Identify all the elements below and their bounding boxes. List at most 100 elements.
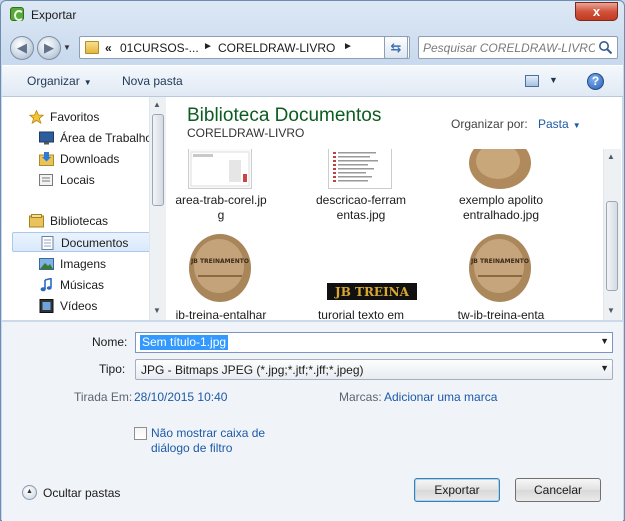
sidebar-item-label: Músicas [60,278,105,292]
command-toolbar: Organizar ▼ Nova pasta ▼ ? [2,65,623,97]
recent-locations-dropdown-icon[interactable]: ▼ [63,43,71,52]
arrange-by-dropdown[interactable]: Pasta ▼ [538,117,581,131]
file-name: area-trab-corel.jp [175,193,267,207]
file-type-value: JPG - Bitmaps JPEG (*.jpg;*.jtf;*.jff;*.… [141,363,364,377]
sidebar-item-locais[interactable]: Locais [11,170,151,190]
recent-places-icon [39,174,53,186]
scroll-up-icon[interactable]: ▲ [607,152,615,161]
tags-label: Marcas: [339,390,382,404]
screenshot-thumbnail [190,151,250,187]
taken-date-label: Tirada Em: [74,390,133,404]
content-scrollbar[interactable]: ▲ ▼ [603,149,621,320]
help-icon[interactable]: ? [587,73,604,90]
hide-folders-label: Ocultar pastas [43,486,121,500]
arrange-by-label: Organizar por: [451,117,528,131]
sidebar-item-downloads[interactable]: Downloads [11,149,151,169]
sidebar-item-label: Downloads [60,152,120,166]
sidebar-item-favoritos[interactable]: Favoritos [11,107,151,127]
sidebar-item-videos[interactable]: Vídeos [11,296,151,316]
folder-icon [85,41,99,54]
file-name-dropdown-icon[interactable]: ▼ [600,336,609,346]
carved-stone-logo-thumbnail: JB TREINAMENTO [469,234,531,302]
file-tile[interactable]: JB TREINAMENTO tw-ib-treina-enta [446,231,556,320]
carved-wood-thumbnail [469,149,531,189]
scroll-down-icon[interactable]: ▼ [607,306,615,315]
file-thumbnail [188,149,252,189]
content-pane: Biblioteca Documentos CORELDRAW-LIVRO Or… [166,97,622,320]
navigation-scrollbar-thumb[interactable] [152,114,164,206]
file-name: tw-ib-treina-enta [457,308,545,320]
title-bar: Exportar x [1,1,624,29]
sidebar-item-musicas[interactable]: Músicas [11,275,151,295]
navigation-pane: Favoritos Área de Trabalho Downloads Loc… [2,97,166,320]
file-type-dropdown-icon[interactable]: ▼ [600,363,609,373]
file-tile[interactable]: area-trab-corel.jp g [166,149,276,229]
breadcrumb-chevron-icon[interactable]: ► [343,41,353,52]
view-options-dropdown-icon[interactable]: ▼ [549,75,558,85]
file-tile[interactable]: JB TREINAMENTO ib-treina-entalhar [166,231,276,320]
list-document-thumbnail [333,152,378,182]
music-icon [40,278,52,292]
breadcrumb-chevron-icon[interactable]: ► [203,41,213,52]
suppress-filter-dialog-checkbox[interactable] [134,427,147,440]
file-name: exemplo apolito [458,193,544,207]
file-thumbnail: JB TREINA [327,283,417,300]
address-row: ◀ ▶ ▼ « 01CURSOS-... ► CORELDRAW-LIVRO ►… [1,31,624,63]
sidebar-item-bibliotecas[interactable]: Bibliotecas [11,211,151,231]
breadcrumb-overflow[interactable]: « [105,41,112,55]
new-folder-button[interactable]: Nova pasta [122,74,183,88]
text-banner-thumbnail: JB TREINA [334,285,410,299]
banner-text: JB TREINA [334,285,410,299]
desktop-icon [39,131,54,145]
refresh-icon: ⇆ [390,40,402,55]
carved-stone-logo-thumbnail: JB TREINAMENTO [189,234,251,302]
address-bar[interactable]: « 01CURSOS-... ► CORELDRAW-LIVRO ► ▼ [79,36,410,59]
file-name-cont: g [217,208,225,222]
file-name-cont: entralhado.jpg [462,208,540,222]
scroll-down-icon[interactable]: ▼ [153,306,161,315]
search-input[interactable] [423,40,595,55]
refresh-button[interactable]: ⇆ [384,36,408,59]
file-name: descricao-ferram [315,193,407,207]
file-thumbnail: JB TREINAMENTO [468,231,532,305]
close-button[interactable]: x [575,2,618,21]
file-tile[interactable]: exemplo apolito entralhado.jpg [446,149,556,229]
sidebar-item-label: Locais [60,173,95,187]
suppress-filter-dialog-label[interactable]: Não mostrar caixa de diálogo de filtro [151,426,265,456]
stone-logo-text: JB TREINAMENTO [190,258,249,265]
file-name-input[interactable]: Sem título-1.jpg ▼ [135,332,613,353]
sidebar-item-area-de-trabalho[interactable]: Área de Trabalho [11,128,152,148]
content-scrollbar-thumb[interactable] [606,201,618,291]
breadcrumb-segment-01cursos[interactable]: 01CURSOS-... [120,41,199,55]
checkbox-label-line2: diálogo de filtro [151,441,233,455]
sidebar-item-documentos[interactable]: Documentos [12,232,154,252]
file-name: turorial texto em [317,308,405,320]
file-tile[interactable]: descricao-ferram entas.jpg [306,149,416,229]
file-type-select[interactable]: JPG - Bitmaps JPEG (*.jpg;*.jtf;*.jff;*.… [135,359,613,380]
organize-menu-button[interactable]: Organizar ▼ [27,74,92,88]
stone-logo-text: JB TREINAMENTO [470,258,529,265]
change-view-icon[interactable] [525,75,539,87]
libraries-icon [29,214,44,228]
search-icon[interactable] [598,40,613,55]
file-tile[interactable]: JB TREINA turorial texto em [306,231,417,320]
scroll-up-icon[interactable]: ▲ [153,100,161,109]
cancel-button[interactable]: Cancelar [515,478,601,502]
breadcrumb-segment-coreldraw-livro[interactable]: CORELDRAW-LIVRO [218,41,335,55]
navigation-scrollbar[interactable]: ▲ ▼ [149,97,166,320]
documents-icon [41,236,54,250]
file-name-label: Nome: [92,335,128,349]
add-tag-link[interactable]: Adicionar uma marca [384,390,497,404]
back-arrow-icon: ◀ [17,40,27,55]
chevron-up-icon: ▲ [22,485,37,500]
sidebar-item-imagens[interactable]: Imagens [11,254,151,274]
taken-date-value[interactable]: 28/10/2015 10:40 [134,390,227,404]
file-name-value[interactable]: Sem título-1.jpg [140,335,229,350]
export-button[interactable]: Exportar [414,478,500,502]
forward-button[interactable]: ▶ [37,36,61,60]
caret-down-icon: ▼ [572,121,581,130]
forward-arrow-icon: ▶ [44,40,54,55]
back-button[interactable]: ◀ [10,36,34,60]
search-box[interactable] [418,36,618,59]
file-name: ib-treina-entalhar [175,308,267,320]
